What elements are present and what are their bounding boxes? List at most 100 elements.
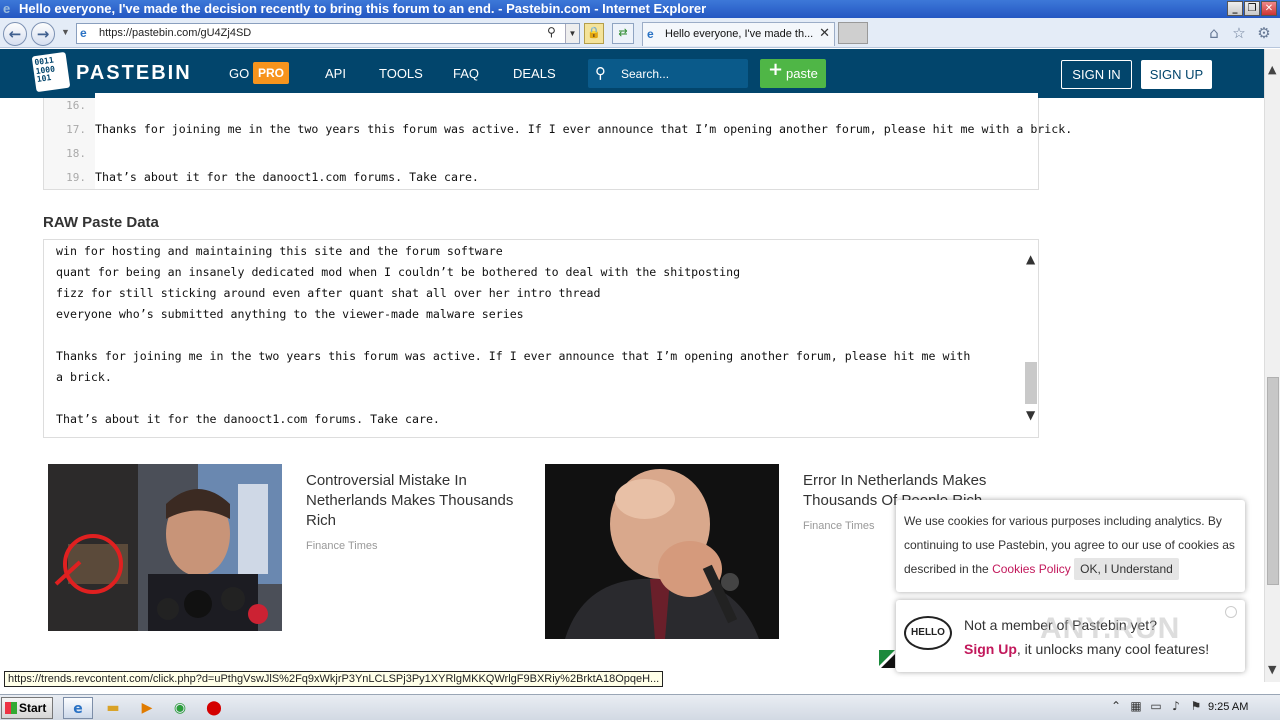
tab-page-icon: e bbox=[647, 27, 654, 41]
url-text[interactable]: https://pastebin.com/gU4Zj4SD bbox=[99, 27, 251, 39]
line-text bbox=[95, 93, 1038, 117]
line-text: Thanks for joining me in the two years t… bbox=[95, 117, 1072, 141]
action-center-flag-icon[interactable]: ⚑ bbox=[1188, 699, 1204, 717]
site-search-input[interactable] bbox=[621, 64, 741, 83]
sign-in-button[interactable]: SIGN IN bbox=[1061, 60, 1132, 89]
line-text bbox=[95, 141, 1038, 165]
raw-scroll-thumb[interactable] bbox=[1025, 362, 1037, 404]
page-scroll-down-icon[interactable]: ▼ bbox=[1268, 663, 1276, 676]
network-icon[interactable]: ▦ bbox=[1128, 699, 1144, 717]
address-bar-row: ← → ▼ e https://pastebin.com/gU4Zj4SD ⚲ … bbox=[0, 18, 1280, 48]
cookie-text: We use cookies for various purposes incl… bbox=[904, 509, 1239, 581]
nav-faq[interactable]: FAQ bbox=[453, 66, 479, 81]
scroll-up-icon[interactable]: ▲ bbox=[1026, 252, 1035, 266]
new-paste-label: paste bbox=[786, 66, 818, 81]
start-button[interactable]: Start bbox=[1, 697, 53, 719]
settings-gear-icon[interactable]: ⚙ bbox=[1255, 24, 1273, 42]
ad-title[interactable]: Controversial Mistake In Netherlands Mak… bbox=[306, 471, 513, 531]
ad-source: Finance Times bbox=[803, 520, 875, 532]
ad-choice-icon[interactable] bbox=[879, 650, 895, 670]
pastebin-logo-icon[interactable]: 0011 1000 101 bbox=[31, 51, 71, 93]
taskbar: Start e ▬ ▶ ◉ ⬤ ⌃ ▦ ▭ ♪ ⚑ 9:25 AM bbox=[0, 694, 1280, 720]
member-close-icon[interactable] bbox=[1225, 606, 1237, 618]
nav-go[interactable]: GO bbox=[229, 66, 249, 81]
code-line: 19. That’s about it for the danooct1.com… bbox=[44, 165, 1038, 189]
search-icon[interactable]: ⚲ bbox=[595, 64, 606, 82]
restore-button[interactable]: ❐ bbox=[1244, 1, 1260, 16]
site-search[interactable]: ⚲ bbox=[588, 59, 748, 88]
plus-icon: + bbox=[768, 59, 784, 80]
nav-tools[interactable]: TOOLS bbox=[379, 66, 423, 81]
line-number: 19. bbox=[66, 171, 86, 184]
cookie-banner: We use cookies for various purposes incl… bbox=[896, 500, 1245, 592]
page-scroll-thumb[interactable] bbox=[1267, 377, 1279, 585]
start-label: Start bbox=[19, 701, 47, 715]
ad-image[interactable] bbox=[48, 464, 282, 631]
raw-line: That’s about it for the danooct1.com for… bbox=[56, 412, 440, 426]
minimize-button[interactable]: _ bbox=[1227, 1, 1243, 16]
raw-scrollbar[interactable]: ▲ ▼ bbox=[1023, 250, 1040, 435]
raw-line: win for hosting and maintaining this sit… bbox=[56, 244, 503, 258]
code-listing: 16. 17. Thanks for joining me in the two… bbox=[43, 93, 1072, 190]
line-number: 16. bbox=[66, 99, 86, 112]
history-dropdown-icon[interactable]: ▼ bbox=[61, 27, 70, 37]
address-field[interactable]: e https://pastebin.com/gU4Zj4SD ⚲ ▼ bbox=[76, 23, 580, 44]
favorites-star-icon[interactable]: ☆ bbox=[1230, 24, 1248, 42]
home-icon[interactable]: ⌂ bbox=[1205, 24, 1223, 42]
raw-line: everyone who’s submitted anything to the… bbox=[56, 307, 524, 321]
nav-api[interactable]: API bbox=[325, 66, 346, 81]
sign-up-button[interactable]: SIGN UP bbox=[1141, 60, 1212, 89]
page-scroll-up-icon[interactable]: ▲ bbox=[1268, 63, 1276, 76]
search-icon[interactable]: ⚲ bbox=[547, 25, 561, 42]
display-icon[interactable]: ▭ bbox=[1148, 699, 1164, 717]
member-signup-link[interactable]: Sign Up bbox=[964, 641, 1017, 657]
browser-tab[interactable]: e Hello everyone, I've made th... ✕ bbox=[642, 22, 835, 46]
scroll-down-icon[interactable]: ▼ bbox=[1026, 408, 1035, 422]
new-paste-button[interactable]: + paste bbox=[760, 59, 826, 88]
chrome-icon[interactable]: ◉ bbox=[165, 697, 195, 719]
address-dropdown-icon[interactable]: ▼ bbox=[565, 24, 579, 43]
ie-taskbar-icon[interactable]: e bbox=[63, 697, 93, 719]
tab-label: Hello everyone, I've made th... bbox=[665, 28, 814, 40]
line-number: 17. bbox=[66, 123, 86, 136]
ad-photo-man-microphones bbox=[48, 464, 282, 631]
tray-expand-icon[interactable]: ⌃ bbox=[1108, 699, 1124, 717]
code-line: 17. Thanks for joining me in the two yea… bbox=[44, 117, 1072, 141]
line-text: That’s about it for the danooct1.com for… bbox=[95, 165, 1038, 189]
ad-image[interactable] bbox=[545, 464, 779, 639]
lock-icon[interactable]: 🔒 bbox=[584, 23, 604, 44]
raw-paste-textarea[interactable]: win for hosting and maintaining this sit… bbox=[43, 239, 1039, 438]
page-scrollbar[interactable]: ▲ ▼ bbox=[1264, 49, 1280, 682]
ad-title-line: Netherlands Makes Thousands bbox=[306, 492, 514, 509]
ie-icon: e bbox=[3, 1, 11, 16]
ad-title-line: Error In Netherlands Makes bbox=[803, 472, 987, 489]
explorer-folder-icon[interactable]: ▬ bbox=[98, 697, 128, 719]
refresh-icon[interactable]: ⇄ bbox=[612, 23, 634, 44]
close-window-button[interactable]: ✕ bbox=[1261, 1, 1277, 16]
forward-button[interactable]: → bbox=[31, 22, 55, 46]
code-line: 18. bbox=[44, 141, 1038, 165]
raw-line: Thanks for joining me in the two years t… bbox=[56, 349, 971, 363]
cookies-policy-link[interactable]: Cookies Policy bbox=[992, 562, 1071, 576]
site-logo-text[interactable]: PASTEBIN bbox=[76, 62, 192, 85]
raw-line: quant for being an insanely dedicated mo… bbox=[56, 265, 741, 279]
volume-icon[interactable]: ♪ bbox=[1168, 699, 1184, 717]
pro-badge[interactable]: PRO bbox=[253, 62, 289, 84]
back-button[interactable]: ← bbox=[3, 22, 27, 46]
code-line: 16. bbox=[44, 93, 1038, 117]
media-player-icon[interactable]: ▶ bbox=[132, 697, 162, 719]
window-titlebar: e Hello everyone, I've made the decision… bbox=[0, 0, 1280, 18]
raw-line: fizz for still sticking around even afte… bbox=[56, 286, 601, 300]
cookie-accept-button[interactable]: OK, I Understand bbox=[1074, 558, 1179, 580]
raw-line: a brick. bbox=[56, 370, 112, 384]
hello-speech-bubble-icon: HELLO bbox=[904, 616, 952, 650]
window-title: Hello everyone, I've made the decision r… bbox=[19, 1, 707, 16]
new-tab-button[interactable] bbox=[838, 22, 868, 44]
ad-title-line: Rich bbox=[306, 512, 337, 529]
anyrun-watermark: ANY.RUN bbox=[1040, 612, 1181, 645]
nav-deals[interactable]: DEALS bbox=[513, 66, 556, 81]
taskbar-clock[interactable]: 9:25 AM bbox=[1208, 701, 1248, 713]
ad-source: Finance Times bbox=[306, 540, 378, 552]
tab-close-icon[interactable]: ✕ bbox=[819, 26, 830, 41]
security-alert-icon[interactable]: ⬤ bbox=[199, 697, 229, 719]
